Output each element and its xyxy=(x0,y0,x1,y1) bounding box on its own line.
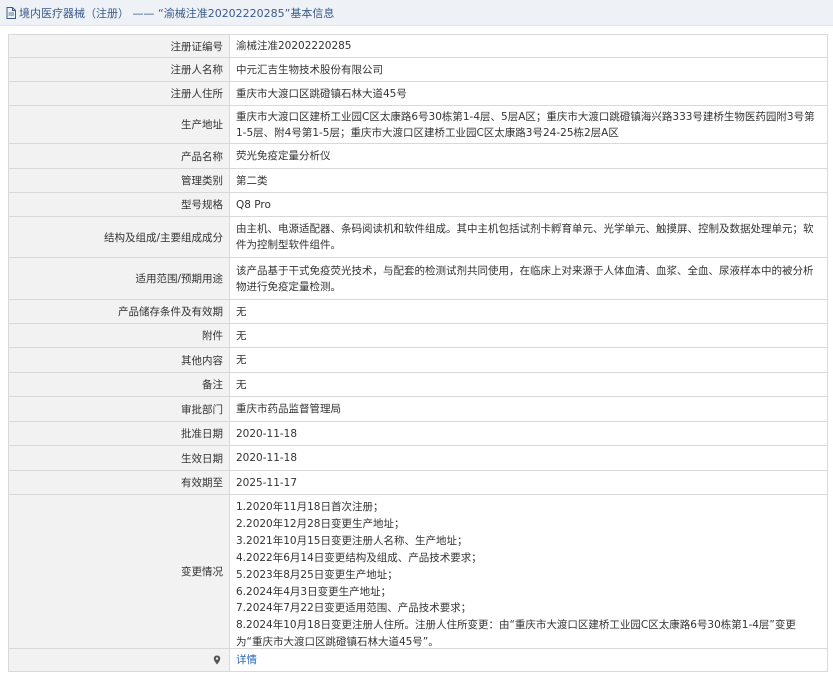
row-label: 适用范围/预期用途 xyxy=(9,258,230,299)
table-row: 管理类别 第二类 xyxy=(9,169,828,193)
table-row: 注册证编号 渝械注准20202220285 xyxy=(9,35,828,58)
table-row: 生产地址 重庆市大渡口区建桥工业园C区太康路6号30栋第1-4层、5层A区；重庆… xyxy=(9,106,828,144)
row-value: 无 xyxy=(230,300,828,323)
row-label: 生效日期 xyxy=(9,446,230,470)
changes-row: 变更情况 1.2020年11月18日首次注册； 2.2020年12月28日变更生… xyxy=(9,495,828,649)
change-item: 2.2020年12月28日变更生产地址； xyxy=(236,517,405,530)
row-label: 备注 xyxy=(9,373,230,396)
table-row: 有效期至 2025-11-17 xyxy=(9,471,828,495)
change-item: 7.2024年7月22日变更适用范围、产品技术要求； xyxy=(236,602,472,615)
row-value: 2020-11-18 xyxy=(230,446,828,470)
row-value: Q8 Pro xyxy=(230,193,828,216)
row-label: 注册证编号 xyxy=(9,35,230,57)
row-label: 有效期至 xyxy=(9,471,230,494)
row-value: 重庆市大渡口区建桥工业园C区太康路6号30栋第1-4层、5层A区；重庆市大渡口跳… xyxy=(230,106,828,143)
row-label: 附件 xyxy=(9,324,230,347)
detail-cell: 详情 xyxy=(230,649,828,671)
row-value: 荧光免疫定量分析仪 xyxy=(230,144,828,168)
table-row: 备注 无 xyxy=(9,373,828,397)
detail-row: 详情 xyxy=(9,649,828,672)
table-row: 其他内容 无 xyxy=(9,348,828,373)
row-label: 批准日期 xyxy=(9,422,230,445)
row-value: 重庆市大渡口区跳磴镇石林大道45号 xyxy=(230,82,828,105)
detail-label-cell xyxy=(9,649,230,671)
document-icon xyxy=(6,6,16,19)
row-value: 该产品基于干式免疫荧光技术，与配套的检测试剂共同使用，在临床上对来源于人体血清、… xyxy=(230,258,828,299)
row-label: 型号规格 xyxy=(9,193,230,216)
table-row: 附件 无 xyxy=(9,324,828,348)
table-row: 结构及组成/主要组成成分 由主机、电源适配器、条码阅读机和软件组成。其中主机包括… xyxy=(9,217,828,258)
page-title: 境内医疗器械（注册） —— “渝械注准20202220285”基本信息 xyxy=(19,6,335,20)
table-row: 生效日期 2020-11-18 xyxy=(9,446,828,471)
row-label: 审批部门 xyxy=(9,397,230,421)
table-row: 产品储存条件及有效期 无 xyxy=(9,300,828,324)
row-value: 中元汇吉生物技术股份有限公司 xyxy=(230,58,828,81)
detail-link[interactable]: 详情 xyxy=(236,652,257,668)
table-row: 适用范围/预期用途 该产品基于干式免疫荧光技术，与配套的检测试剂共同使用，在临床… xyxy=(9,258,828,300)
table-row: 审批部门 重庆市药品监督管理局 xyxy=(9,397,828,422)
row-label: 变更情况 xyxy=(9,495,230,648)
row-value: 无 xyxy=(230,324,828,347)
row-value: 第二类 xyxy=(230,169,828,192)
row-label: 管理类别 xyxy=(9,169,230,192)
row-label: 注册人住所 xyxy=(9,82,230,105)
row-value: 重庆市药品监督管理局 xyxy=(230,397,828,421)
row-label: 其他内容 xyxy=(9,348,230,372)
page-header: 境内医疗器械（注册） —— “渝械注准20202220285”基本信息 xyxy=(0,0,833,26)
row-value: 渝械注准20202220285 xyxy=(230,35,828,57)
pin-icon xyxy=(213,655,221,665)
change-item: 3.2021年10月15日变更注册人名称、生产地址； xyxy=(236,534,468,547)
table-row: 注册人住所 重庆市大渡口区跳磴镇石林大道45号 xyxy=(9,82,828,106)
table-row: 产品名称 荧光免疫定量分析仪 xyxy=(9,144,828,169)
row-value: 2025-11-17 xyxy=(230,471,828,494)
row-label: 生产地址 xyxy=(9,106,230,143)
row-value: 由主机、电源适配器、条码阅读机和软件组成。其中主机包括试剂卡孵育单元、光学单元、… xyxy=(230,217,828,257)
row-label: 注册人名称 xyxy=(9,58,230,81)
changes-list: 1.2020年11月18日首次注册； 2.2020年12月28日变更生产地址； … xyxy=(230,495,828,648)
row-value: 2020-11-18 xyxy=(230,422,828,445)
row-value: 无 xyxy=(230,348,828,372)
table-row: 注册人名称 中元汇吉生物技术股份有限公司 xyxy=(9,58,828,82)
change-item: 8.2024年10月18日变更注册人住所。注册人住所变更：由“重庆市大渡口区建桥… xyxy=(236,619,796,649)
row-label: 结构及组成/主要组成成分 xyxy=(9,217,230,257)
change-item: 4.2022年6月14日变更结构及组成、产品技术要求； xyxy=(236,551,482,564)
change-item: 5.2023年8月25日变更生产地址； xyxy=(236,568,398,581)
row-label: 产品名称 xyxy=(9,144,230,168)
row-value: 无 xyxy=(230,373,828,396)
row-label: 产品储存条件及有效期 xyxy=(9,300,230,323)
change-item: 1.2020年11月18日首次注册； xyxy=(236,501,384,513)
info-table: 注册证编号 渝械注准20202220285 注册人名称 中元汇吉生物技术股份有限… xyxy=(8,34,828,672)
table-row: 批准日期 2020-11-18 xyxy=(9,422,828,446)
change-item: 6.2024年4月3日变更生产地址； xyxy=(236,585,392,598)
table-row: 型号规格 Q8 Pro xyxy=(9,193,828,217)
